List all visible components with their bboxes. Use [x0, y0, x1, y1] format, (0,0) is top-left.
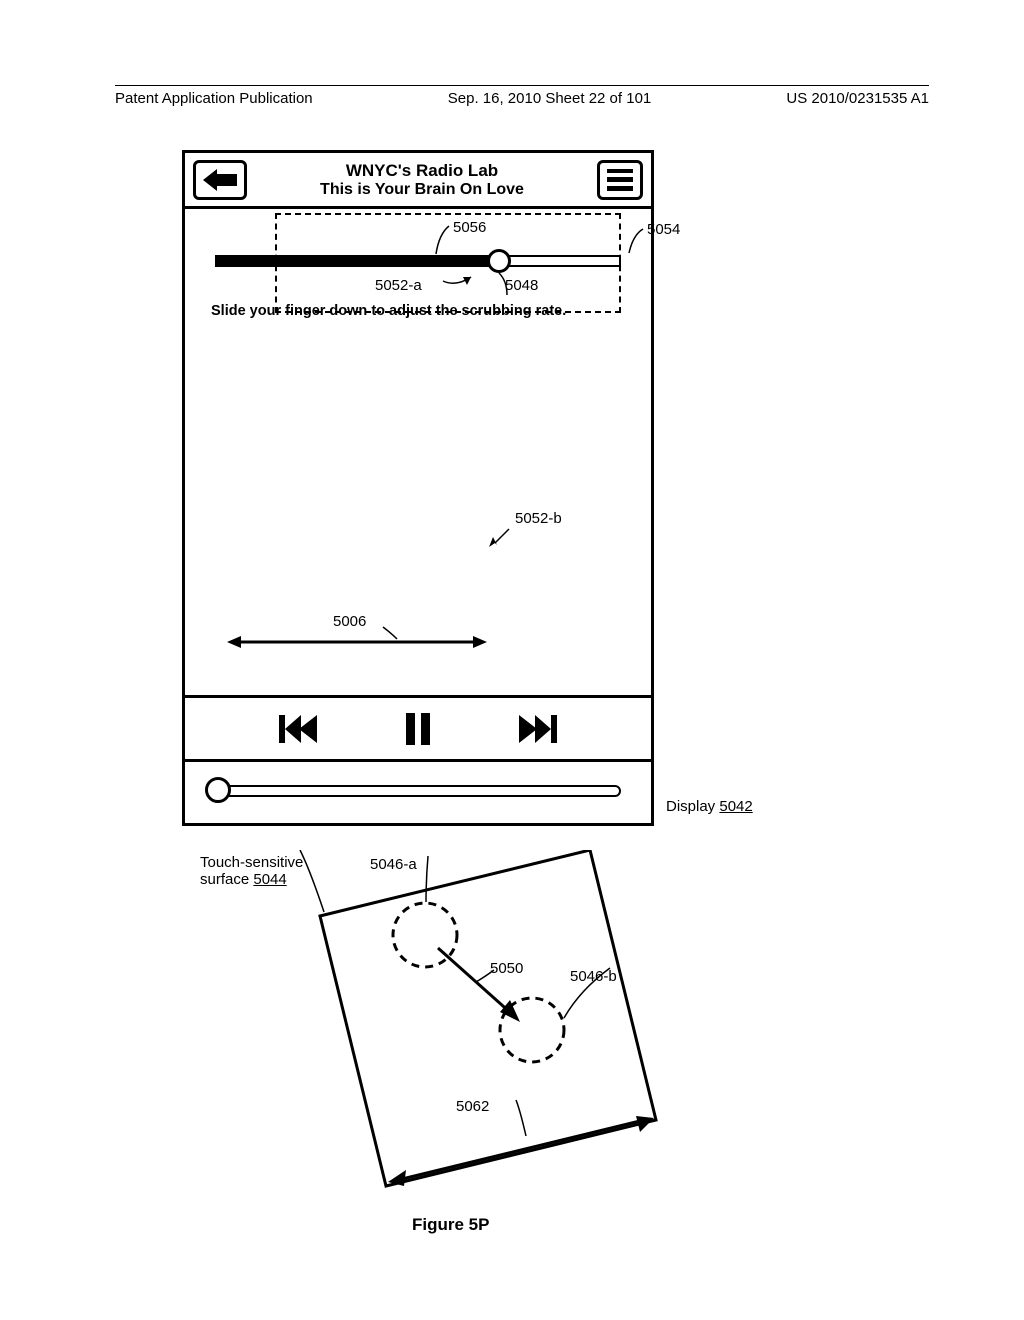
menu-icon	[607, 169, 633, 174]
indicator-5052b	[487, 525, 513, 551]
title-bar: WNYC's Radio Lab This is Your Brain On L…	[185, 153, 651, 209]
ref-5056: 5056	[453, 219, 486, 236]
ref-5054: 5054	[647, 221, 680, 238]
volume-row	[185, 759, 651, 819]
transport-controls	[185, 695, 651, 759]
header-right: US 2010/0231535 A1	[786, 90, 929, 107]
touch-surface-diagram	[200, 850, 660, 1220]
leader-5056	[433, 224, 453, 258]
ref-5048: 5048	[505, 277, 538, 294]
page-header: Patent Application Publication Sep. 16, …	[115, 85, 929, 107]
leader-5054	[627, 227, 647, 257]
scrubber-area: 5056 5054 5052-a 5048 Slide your finger …	[185, 209, 651, 325]
leader-5052a	[441, 275, 481, 289]
back-arrow-icon	[203, 169, 237, 191]
scrub-hint: Slide your finger down to adjust the scr…	[211, 303, 566, 319]
ref-5050: 5050	[490, 960, 523, 977]
figure-label: Figure 5P	[412, 1215, 489, 1235]
display-label: Display 5042	[666, 798, 753, 815]
volume-thumb[interactable]	[205, 777, 231, 803]
ref-5046b: 5046-b	[570, 968, 617, 985]
ref-5052b: 5052-b	[515, 510, 562, 527]
ref-5062: 5062	[456, 1098, 489, 1115]
podcast-title: WNYC's Radio Lab	[255, 161, 589, 181]
content-area: 5052-b 5006	[185, 325, 651, 695]
back-button[interactable]	[193, 160, 247, 200]
ref-5046a: 5046-a	[370, 856, 417, 873]
scrub-thumb[interactable]	[487, 249, 511, 273]
title-area: WNYC's Radio Lab This is Your Brain On L…	[255, 161, 589, 199]
menu-button[interactable]	[597, 160, 643, 200]
ref-5052a: 5052-a	[375, 277, 422, 294]
episode-title: This is Your Brain On Love	[255, 181, 589, 199]
header-center: Sep. 16, 2010 Sheet 22 of 101	[448, 90, 652, 107]
ref-5006: 5006	[333, 613, 366, 630]
scrub-progress	[215, 255, 495, 267]
horizontal-axis-arrow	[227, 633, 487, 651]
pause-button[interactable]	[406, 713, 430, 745]
next-button[interactable]	[517, 713, 557, 745]
volume-slider[interactable]	[215, 785, 621, 797]
header-left: Patent Application Publication	[115, 90, 313, 107]
device-display: WNYC's Radio Lab This is Your Brain On L…	[182, 150, 654, 826]
previous-button[interactable]	[279, 713, 319, 745]
